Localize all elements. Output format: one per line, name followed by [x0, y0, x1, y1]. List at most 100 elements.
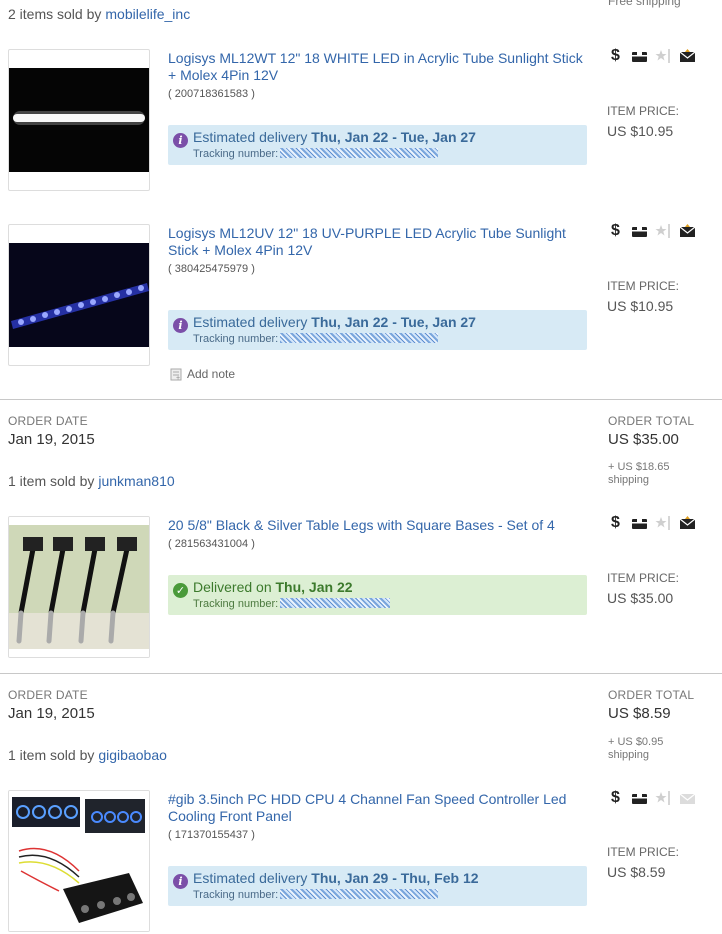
delivery-dates: Thu, Jan 22 - Tue, Jan 27 [311, 129, 476, 145]
tracking-label: Tracking number: [193, 598, 279, 610]
item-price-label: ITEM PRICE: [607, 571, 680, 585]
info-icon: i [173, 318, 188, 333]
sold-by-label: 2 items sold by [8, 6, 102, 22]
info-icon: i [173, 874, 188, 889]
item-title-link[interactable]: #gib 3.5inch PC HDD CPU 4 Channel Fan Sp… [168, 791, 588, 825]
delivery-dates: Thu, Jan 22 - Tue, Jan 27 [311, 314, 476, 330]
dollar-icon[interactable]: $ [607, 789, 624, 806]
tracking-number-redacted[interactable] [280, 333, 439, 343]
uv-purple-led-stick-image [9, 243, 149, 347]
sold-by-label: 1 item sold by [8, 473, 95, 489]
item-price-label: ITEM PRICE: [607, 104, 680, 118]
delivery-label: Delivered on [193, 579, 272, 595]
table-legs-image [9, 517, 149, 657]
tracking-label: Tracking number: [193, 889, 279, 901]
delivery-label: Estimated delivery [193, 129, 308, 145]
seller-link[interactable]: gigibaobao [98, 747, 167, 763]
item-title-link[interactable]: Logisys ML12WT 12" 18 WHITE LED in Acryl… [168, 50, 588, 84]
item-action-icons: $ [607, 222, 696, 239]
fan-controller-image [9, 791, 149, 931]
item-price: US $35.00 [607, 590, 674, 606]
shipping-word: shipping [608, 474, 649, 486]
shipped-box-icon[interactable] [631, 790, 648, 806]
feedback-star-icon[interactable] [655, 515, 672, 531]
order-date: Jan 19, 2015 [8, 431, 95, 448]
item-thumbnail[interactable] [8, 224, 150, 366]
delivery-dates: Thu, Jan 29 - Thu, Feb 12 [311, 870, 479, 886]
sold-by-line: 1 item sold by junkman810 [8, 473, 175, 489]
order-date-label: ORDER DATE [8, 414, 88, 428]
message-envelope-icon[interactable] [679, 223, 696, 239]
check-circle-icon: ✓ [173, 583, 188, 598]
delivery-line: ✓ Delivered on Thu, Jan 22 [173, 579, 353, 598]
sold-by-label: 1 item sold by [8, 747, 95, 763]
tracking-line: Tracking number: [193, 148, 439, 160]
delivery-line: i Estimated delivery Thu, Jan 22 - Tue, J… [173, 129, 476, 148]
item-number: ( 281563431004 ) [168, 538, 255, 550]
item-thumbnail[interactable] [8, 516, 150, 658]
tracking-number-redacted[interactable] [280, 598, 391, 608]
svg-text:+: + [176, 375, 180, 381]
delivery-label: Estimated delivery [193, 870, 308, 886]
seller-link[interactable]: junkman810 [98, 473, 174, 489]
order-total-label: ORDER TOTAL [608, 688, 695, 702]
item-price: US $10.95 [607, 298, 674, 314]
feedback-star-icon[interactable] [655, 48, 672, 64]
item-price: US $8.59 [607, 864, 666, 880]
feedback-star-icon[interactable] [655, 223, 672, 239]
tracking-number-redacted[interactable] [280, 889, 439, 899]
tracking-line: Tracking number: [193, 889, 439, 901]
order-total-label: ORDER TOTAL [608, 414, 695, 428]
order-date: Jan 19, 2015 [8, 705, 95, 722]
shipped-box-icon[interactable] [631, 223, 648, 239]
shipping-note: Free shipping [608, 0, 681, 8]
delivery-status-box: ✓ Delivered on Thu, Jan 22 Tracking numbe… [168, 575, 587, 615]
order-divider [0, 673, 722, 674]
feedback-star-icon[interactable] [655, 790, 672, 806]
info-icon: i [173, 133, 188, 148]
item-number: ( 380425475979 ) [168, 263, 255, 275]
delivery-dates: Thu, Jan 22 [275, 579, 353, 595]
tracking-label: Tracking number: [193, 333, 279, 345]
tracking-number-redacted[interactable] [280, 148, 439, 158]
tracking-label: Tracking number: [193, 148, 279, 160]
shipping-amount: + US $0.95 [608, 736, 664, 748]
seller-link[interactable]: mobilelife_inc [105, 6, 190, 22]
sold-by-line: 1 item sold by gigibaobao [8, 747, 167, 763]
item-title-link[interactable]: Logisys ML12UV 12" 18 UV-PURPLE LED Acry… [168, 225, 588, 259]
shipping-cost: + US $18.65 shipping [608, 461, 669, 487]
item-number: ( 171370155437 ) [168, 829, 255, 841]
item-price-label: ITEM PRICE: [607, 279, 680, 293]
shipped-box-icon[interactable] [631, 48, 648, 64]
delivery-label: Estimated delivery [193, 314, 308, 330]
dollar-icon[interactable]: $ [607, 514, 624, 531]
message-envelope-icon[interactable] [679, 48, 696, 64]
add-note-label: Add note [187, 367, 236, 381]
item-action-icons: $ [607, 514, 696, 531]
item-thumbnail[interactable] [8, 49, 150, 191]
delivery-line: i Estimated delivery Thu, Jan 22 - Tue, J… [173, 314, 476, 333]
shipping-word: shipping [608, 749, 649, 761]
shipping-amount: + US $18.65 [608, 461, 670, 473]
add-note-button[interactable]: + Add note [170, 367, 235, 381]
order-divider [0, 399, 722, 400]
shipped-box-icon[interactable] [631, 515, 648, 531]
message-envelope-icon[interactable] [679, 790, 696, 806]
shipping-cost: + US $0.95 shipping [608, 736, 663, 762]
item-action-icons: $ [607, 789, 696, 806]
tracking-line: Tracking number: [193, 598, 391, 610]
order-total: US $8.59 [608, 705, 671, 722]
delivery-status-box: i Estimated delivery Thu, Jan 29 - Thu, F… [168, 866, 587, 906]
dollar-icon[interactable]: $ [607, 47, 624, 64]
item-action-icons: $ [607, 47, 696, 64]
delivery-line: i Estimated delivery Thu, Jan 29 - Thu, F… [173, 870, 479, 889]
dollar-icon[interactable]: $ [607, 222, 624, 239]
item-title-link[interactable]: 20 5/8" Black & Silver Table Legs with S… [168, 517, 588, 534]
delivery-status-box: i Estimated delivery Thu, Jan 22 - Tue, J… [168, 125, 587, 165]
order-date-label: ORDER DATE [8, 688, 88, 702]
message-envelope-icon[interactable] [679, 515, 696, 531]
delivery-status-box: i Estimated delivery Thu, Jan 22 - Tue, J… [168, 310, 587, 350]
item-thumbnail[interactable] [8, 790, 150, 932]
item-number: ( 200718361583 ) [168, 88, 255, 100]
note-icon: + [170, 368, 182, 381]
